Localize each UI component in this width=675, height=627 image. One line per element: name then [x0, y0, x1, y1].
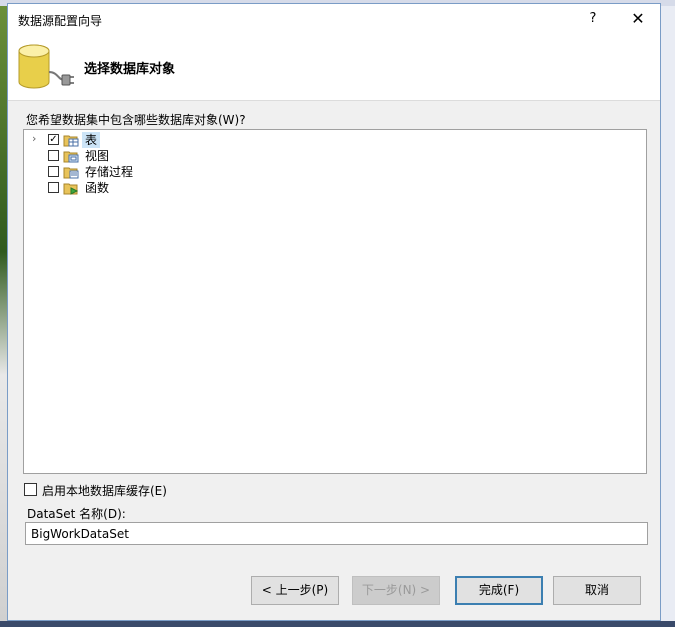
tables-checkbox[interactable]: ✓: [48, 134, 59, 145]
tree-item-functions[interactable]: 函数: [24, 180, 324, 196]
tree-item-views[interactable]: 视图: [24, 148, 324, 164]
objects-prompt-label: 您希望数据集中包含哪些数据库对象(W)?: [26, 113, 246, 127]
functions-checkbox[interactable]: [48, 182, 59, 193]
tree-item-label[interactable]: 函数: [82, 180, 112, 196]
stored-procedures-checkbox[interactable]: [48, 166, 59, 177]
data-source-config-wizard-dialog: 数据源配置向导 ? ✕ 选择数据库对象 您希望数据集中包含哪些数据库对象(W)?…: [7, 3, 661, 621]
help-button[interactable]: ?: [582, 8, 604, 30]
functions-folder-icon: [63, 183, 79, 195]
database-plug-icon: [18, 44, 74, 89]
dataset-name-label: DataSet 名称(D):: [27, 507, 126, 521]
title-bar[interactable]: 数据源配置向导 ? ✕: [8, 4, 660, 34]
tree-item-tables[interactable]: › ✓ 表: [24, 132, 324, 148]
close-button[interactable]: ✕: [625, 8, 651, 30]
database-objects-tree[interactable]: › ✓ 表 视图 存储过程 函数: [23, 129, 647, 474]
wizard-header: 选择数据库对象: [8, 34, 660, 101]
stored-procedures-folder-icon: [63, 167, 79, 179]
tree-item-label[interactable]: 视图: [82, 148, 112, 164]
tables-folder-icon: [63, 135, 79, 147]
tree-item-label[interactable]: 存储过程: [82, 164, 136, 180]
tree-item-stored-procedures[interactable]: 存储过程: [24, 164, 324, 180]
local-cache-label[interactable]: 启用本地数据库缓存(E): [42, 482, 167, 499]
finish-button[interactable]: 完成(F): [455, 576, 543, 605]
expand-chevron-icon[interactable]: ›: [32, 132, 36, 145]
views-checkbox[interactable]: [48, 150, 59, 161]
tree-item-label[interactable]: 表: [82, 132, 101, 148]
background-app-edge-right: [661, 6, 675, 621]
local-cache-checkbox[interactable]: [24, 483, 37, 496]
background-app-edge: [0, 6, 7, 621]
next-button[interactable]: 下一步(N) >: [352, 576, 440, 605]
window-title: 数据源配置向导: [18, 14, 103, 28]
background-taskbar-edge: [0, 621, 675, 627]
views-folder-icon: [63, 151, 79, 163]
page-title: 选择数据库对象: [84, 62, 176, 77]
cancel-button[interactable]: 取消: [553, 576, 641, 605]
dataset-name-input[interactable]: [25, 522, 648, 545]
previous-button[interactable]: < 上一步(P): [251, 576, 339, 605]
